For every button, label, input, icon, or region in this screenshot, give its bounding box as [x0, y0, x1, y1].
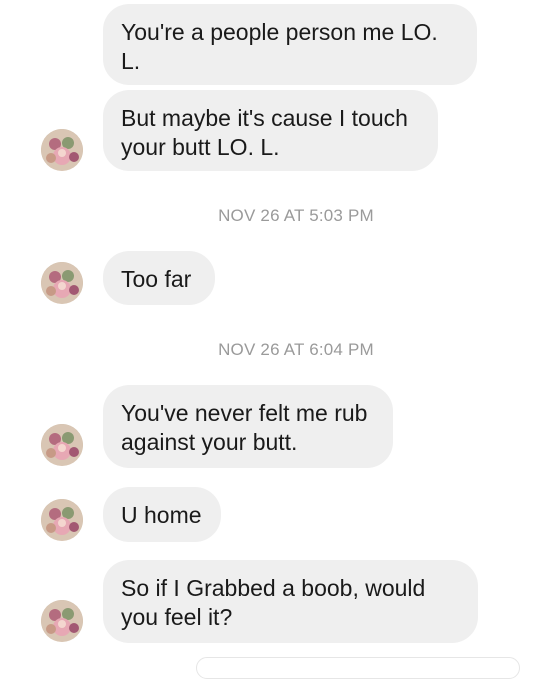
- message-bubble-1[interactable]: You're a people person me LO. L.: [103, 4, 477, 85]
- next-message-bubble[interactable]: [196, 657, 520, 679]
- contact-avatar-icon[interactable]: [41, 262, 83, 304]
- message-bubble-5[interactable]: U home: [103, 487, 221, 542]
- message-bubble-2[interactable]: But maybe it's cause I touch your butt L…: [103, 90, 438, 171]
- message-bubble-3[interactable]: Too far: [103, 251, 215, 305]
- timestamp-label: NOV 26 AT 6:04 PM: [218, 340, 374, 359]
- avatar-photo: [41, 424, 83, 466]
- contact-avatar-icon[interactable]: [41, 424, 83, 466]
- chat-thread[interactable]: You're a people person me LO. L. But may…: [0, 0, 559, 679]
- avatar-photo: [41, 262, 83, 304]
- avatar-photo: [41, 600, 83, 642]
- contact-avatar-icon[interactable]: [41, 129, 83, 171]
- avatar-photo: [41, 499, 83, 541]
- avatar-photo: [41, 129, 83, 171]
- contact-avatar-icon[interactable]: [41, 600, 83, 642]
- timestamp-label: NOV 26 AT 5:03 PM: [218, 206, 374, 225]
- message-bubble-4[interactable]: You've never felt me rub against your bu…: [103, 385, 393, 468]
- message-bubble-6[interactable]: So if I Grabbed a boob, would you feel i…: [103, 560, 478, 643]
- contact-avatar-icon[interactable]: [41, 499, 83, 541]
